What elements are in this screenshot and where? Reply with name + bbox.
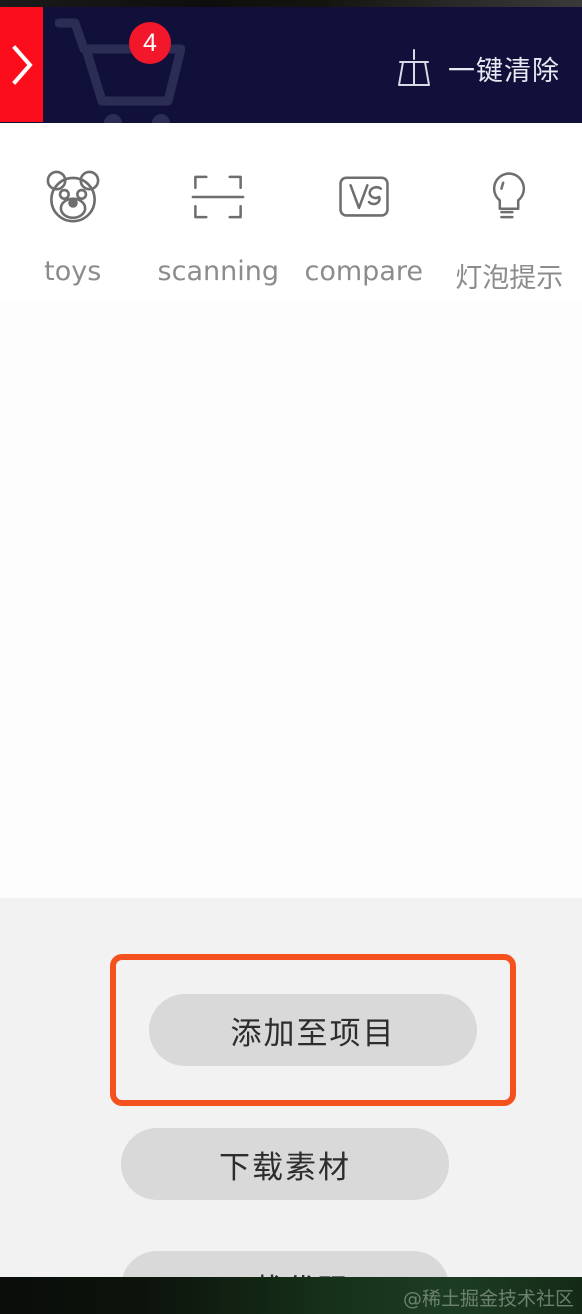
scan-frame-icon bbox=[181, 160, 255, 234]
download-assets-button[interactable]: 下载素材 bbox=[121, 1128, 449, 1200]
lightbulb-icon bbox=[472, 160, 546, 234]
bottom-dark-band: @稀土掘金技术社区 bbox=[0, 1277, 582, 1314]
vs-compare-icon bbox=[327, 160, 401, 234]
app-root: 4 一键清除 toys scanning compare 灯泡提示 添加至项目 … bbox=[0, 0, 582, 1314]
quick-action-label: scanning bbox=[157, 256, 279, 287]
cart-header-bar: 4 一键清除 bbox=[0, 7, 582, 123]
chevron-right-icon bbox=[9, 43, 35, 87]
watermark-text: @稀土掘金技术社区 bbox=[402, 1288, 574, 1310]
clear-all-label: 一键清除 bbox=[448, 55, 560, 87]
quick-action-scanning[interactable]: scanning bbox=[146, 160, 292, 295]
content-area bbox=[0, 300, 582, 898]
quick-action-toys[interactable]: toys bbox=[0, 160, 146, 295]
broom-icon bbox=[394, 47, 434, 89]
highlight-box: 添加至项目 bbox=[110, 954, 516, 1106]
expand-drawer-button[interactable] bbox=[0, 7, 43, 122]
bear-face-icon bbox=[36, 160, 110, 234]
quick-action-row: toys scanning compare 灯泡提示 bbox=[0, 160, 582, 295]
quick-action-label: toys bbox=[44, 256, 102, 287]
shopping-cart-icon[interactable] bbox=[54, 11, 186, 123]
quick-action-lightbulb-tip[interactable]: 灯泡提示 bbox=[437, 160, 582, 295]
quick-action-label: compare bbox=[304, 256, 423, 287]
quick-action-label: 灯泡提示 bbox=[455, 263, 564, 294]
clear-all-button[interactable]: 一键清除 bbox=[394, 47, 560, 89]
action-panel: 添加至项目 下载素材 下载代码 @稀土掘金技术社区 bbox=[0, 898, 582, 1314]
quick-action-compare[interactable]: compare bbox=[291, 160, 437, 295]
cart-badge-count: 4 bbox=[129, 22, 171, 64]
add-to-project-button[interactable]: 添加至项目 bbox=[149, 994, 477, 1066]
